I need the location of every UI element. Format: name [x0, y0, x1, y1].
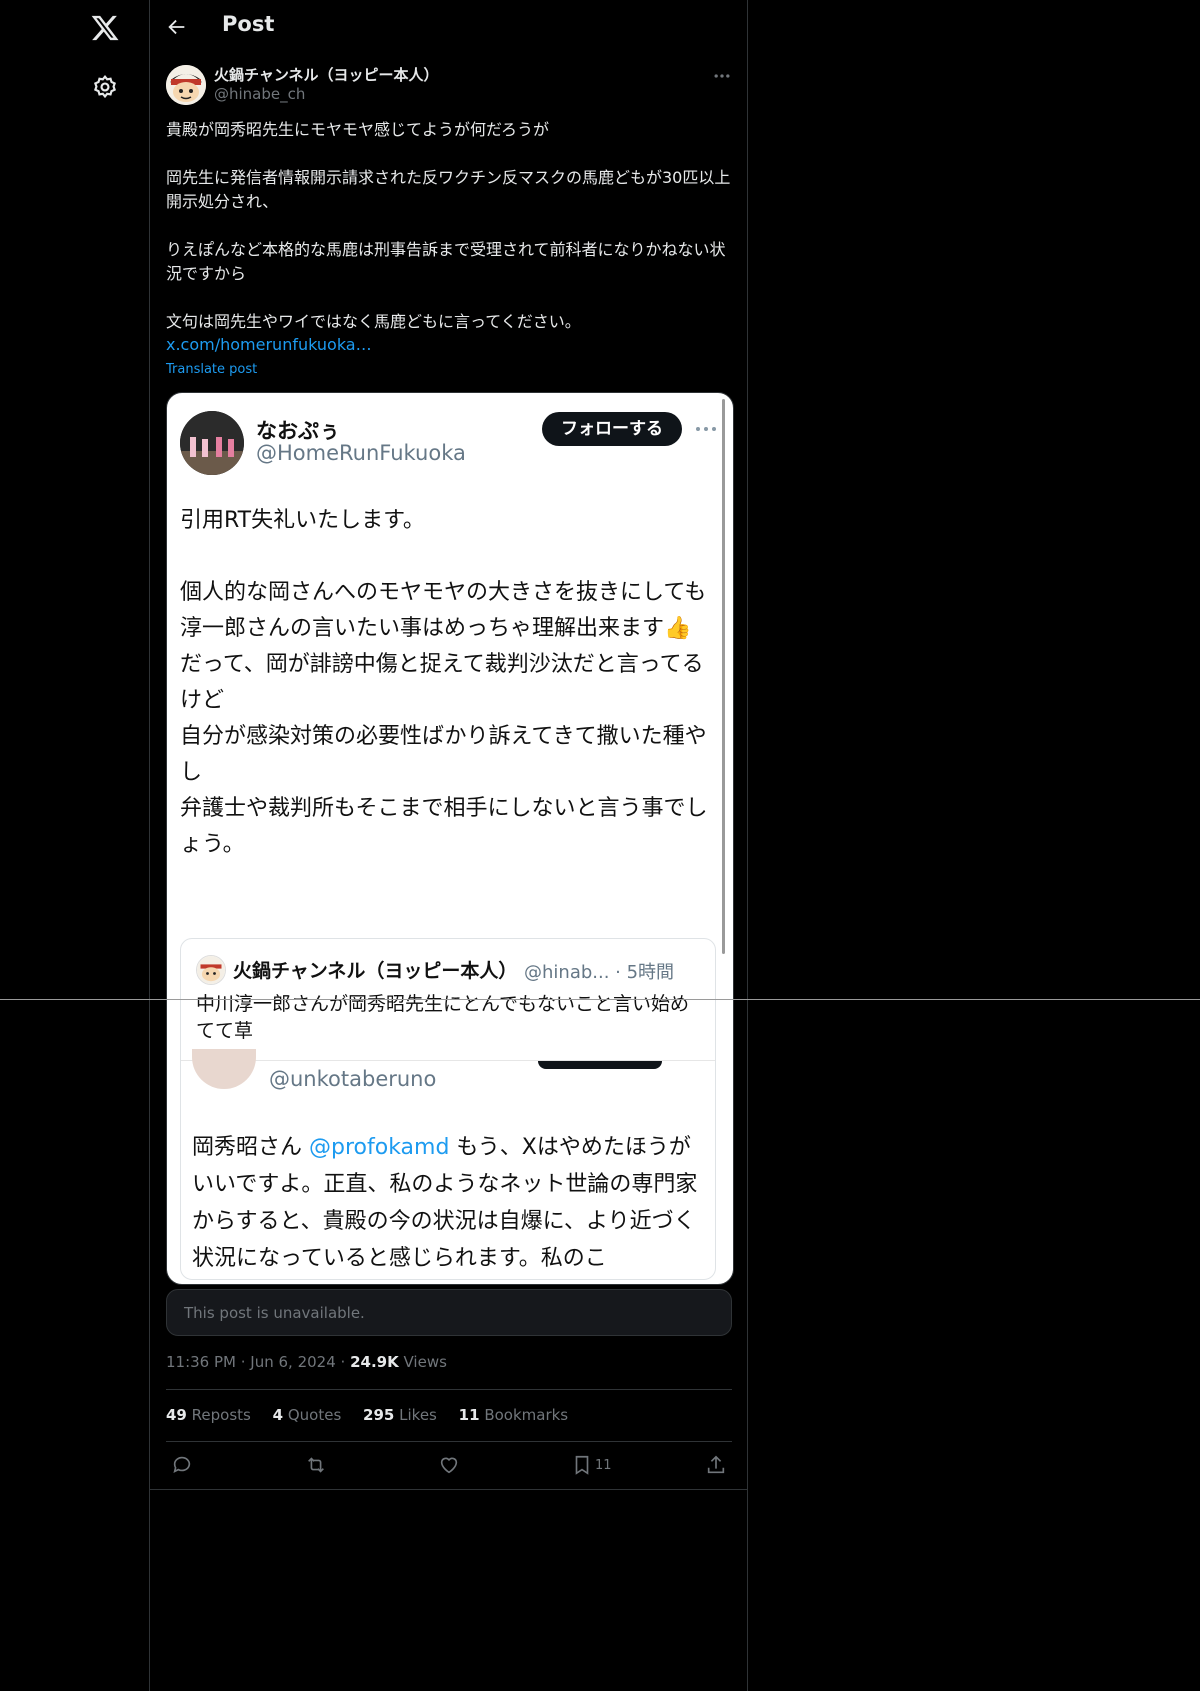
unavailable-post-notice: This post is unavailable. — [166, 1289, 732, 1336]
avatar[interactable] — [166, 65, 206, 105]
author-handle[interactable]: @hinabe_ch — [214, 85, 305, 103]
likes-stat[interactable]: 295 Likes — [363, 1406, 437, 1424]
share-icon[interactable] — [705, 1454, 727, 1476]
screenshot-scrollbar — [722, 399, 725, 954]
views-label: Views — [403, 1353, 447, 1371]
settings-icon[interactable] — [92, 74, 118, 100]
x-logo-icon[interactable] — [89, 13, 121, 43]
screenshot-avatar — [180, 411, 244, 475]
screenshot-follow-button: フォローする — [542, 412, 682, 446]
post-meta: 11:36 PM · Jun 6, 2024 · 24.9K Views — [166, 1353, 447, 1371]
post-date[interactable]: Jun 6, 2024 — [250, 1353, 335, 1371]
post-time[interactable]: 11:36 PM — [166, 1353, 236, 1371]
left-sidebar — [0, 0, 150, 1691]
render-artifact-line — [0, 999, 1200, 1000]
translate-link[interactable]: Translate post — [166, 362, 257, 377]
quotes-stat[interactable]: 4 Quotes — [273, 1406, 342, 1424]
page-header: Post — [150, 0, 747, 53]
inner-avatar — [192, 1049, 256, 1089]
page-title: Post — [222, 12, 275, 36]
divider — [166, 1441, 732, 1442]
author-name[interactable]: 火鍋チャンネル（ヨッピー本人） — [214, 64, 439, 85]
screenshot-handle: @HomeRunFukuoka — [256, 441, 466, 465]
quoted-name: 火鍋チャンネル（ヨッピー本人） — [233, 960, 518, 982]
post-link[interactable]: x.com/homerunfukuoka… — [166, 335, 372, 354]
divider — [150, 1489, 747, 1490]
reposts-stat[interactable]: 49 Reposts — [166, 1406, 251, 1424]
views-count: 24.9K — [350, 1353, 399, 1371]
engagement-stats: 49 Reposts 4 Quotes 295 Likes 11 Bookmar… — [166, 1406, 585, 1424]
post-text: 貴殿が岡秀昭先生にモヤモヤ感じてようが何だろうが 岡先生に発信者情報開示請求され… — [166, 120, 731, 331]
inner-follow-button — [538, 1061, 662, 1069]
inner-handle: @unkotaberuno — [269, 1067, 437, 1091]
unavailable-text: This post is unavailable. — [184, 1304, 365, 1322]
like-icon[interactable] — [438, 1454, 460, 1476]
bookmarks-stat[interactable]: 11 Bookmarks — [459, 1406, 568, 1424]
attached-screenshot[interactable]: なおぷぅ @HomeRunFukuoka フォローする 引用RT失礼いたします。… — [166, 392, 734, 1285]
action-bar: 11 — [166, 1454, 732, 1478]
post-column: Post 火鍋チャンネル（ヨッピー本人） @hinabe_ch 貴殿が岡秀昭先生… — [150, 0, 748, 1691]
screenshot-quoted-post: 火鍋チャンネル（ヨッピー本人） @hinab... · 5時間 中川淳一郎さんが… — [180, 938, 716, 1280]
bookmark-icon[interactable] — [571, 1454, 593, 1476]
repost-icon[interactable] — [305, 1454, 327, 1476]
screenshot-text: 引用RT失礼いたします。 個人的な岡さんへのモヤモヤの大きさを抜きにしても 淳一… — [180, 508, 708, 857]
inner-text: 岡秀昭さん @profokamd もう、Xはやめたほうがいいですよ。正直、私のよ… — [192, 1129, 704, 1277]
reply-icon[interactable] — [171, 1454, 193, 1476]
screenshot-more-icon — [696, 427, 716, 431]
inner-text-pre: 岡秀昭さん — [192, 1135, 309, 1160]
inner-mention: @profokamd — [309, 1135, 450, 1160]
bookmark-count: 11 — [595, 1458, 612, 1473]
quoted-handle: @hinab... · 5時間 — [524, 962, 675, 983]
quoted-avatar — [196, 955, 226, 985]
back-arrow-icon[interactable] — [166, 16, 188, 38]
divider — [166, 1389, 732, 1390]
more-icon[interactable] — [712, 66, 732, 86]
